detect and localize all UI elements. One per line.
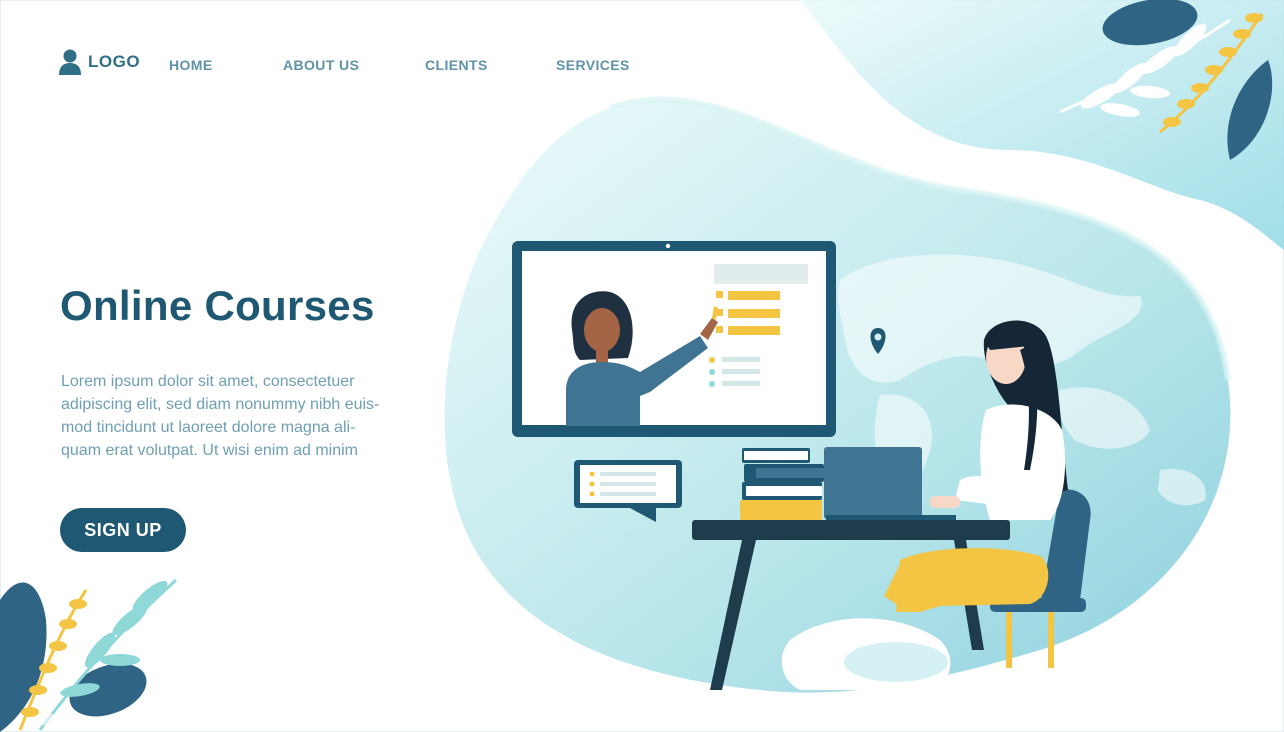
hero-illustration bbox=[0, 0, 1284, 732]
logo[interactable]: LOGO bbox=[58, 48, 140, 76]
hero-title: Online Courses bbox=[60, 282, 375, 329]
hero-description-line: quam erat volutpat. Ut wisi enim ad mini… bbox=[61, 442, 358, 459]
nav-clients[interactable]: CLIENTS bbox=[425, 57, 488, 73]
video-monitor bbox=[512, 241, 836, 437]
top-nav: LOGO bbox=[58, 48, 140, 76]
sign-up-button[interactable]: SIGN UP bbox=[60, 508, 186, 552]
hero-description-line: adipiscing elit, sed diam nonummy nibh e… bbox=[61, 396, 380, 413]
leaves-bottom-left bbox=[0, 578, 178, 732]
hero-description-line: mod tincidunt ut laoreet dolore magna al… bbox=[61, 419, 356, 436]
nav-services[interactable]: SERVICES bbox=[556, 57, 630, 73]
hero-description: Lorem ipsum dolor sit amet, consectetuer… bbox=[61, 370, 431, 462]
nav-home[interactable]: HOME bbox=[169, 57, 213, 73]
logo-label: LOGO bbox=[88, 52, 141, 71]
nav-about-us[interactable]: ABOUT US bbox=[283, 57, 359, 73]
user-icon bbox=[59, 49, 81, 75]
hero-description-line: Lorem ipsum dolor sit amet, consectetuer bbox=[61, 373, 355, 390]
